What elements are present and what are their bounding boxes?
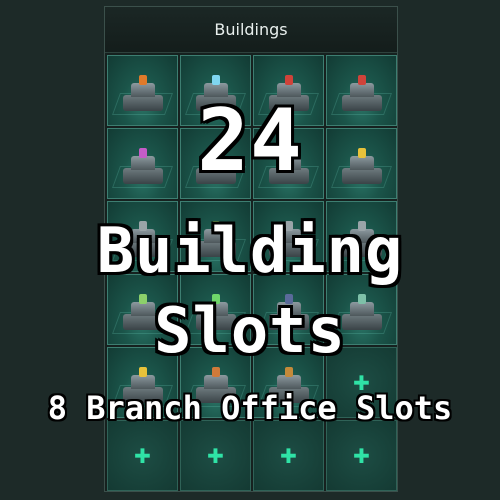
add-building-plus-icon: ✚: [207, 443, 224, 468]
empty-building-slot[interactable]: ✚: [253, 420, 324, 491]
add-building-plus-icon: ✚: [280, 443, 297, 468]
overlay-title-line1: Building: [96, 214, 404, 287]
overlay-title-line2: Slots: [154, 294, 346, 367]
slot-count-text: 24: [197, 91, 303, 191]
overlay-subtitle: 8 Branch Office Slots: [47, 389, 453, 427]
empty-building-slot[interactable]: ✚: [107, 420, 178, 491]
add-building-plus-icon: ✚: [353, 443, 370, 468]
empty-building-slot[interactable]: ✚: [180, 420, 251, 491]
add-building-plus-icon: ✚: [134, 443, 151, 468]
empty-building-slot[interactable]: ✚: [326, 420, 397, 491]
panel-title: Buildings: [105, 7, 397, 53]
